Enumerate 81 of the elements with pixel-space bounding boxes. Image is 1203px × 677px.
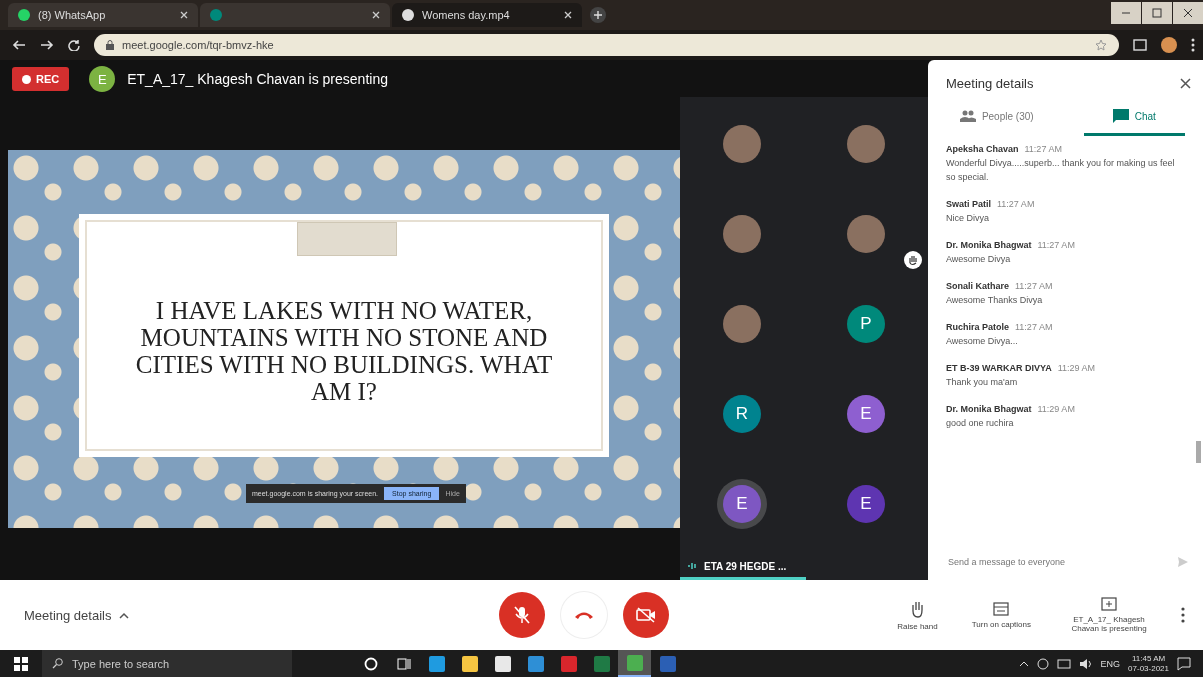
search-icon [52,658,63,669]
back-icon[interactable] [12,39,26,51]
site-icon [18,9,30,21]
captions-button[interactable]: Turn on captions [965,600,1037,630]
network-icon[interactable] [1056,657,1071,670]
address-bar[interactable]: meet.google.com/tqr-bmvz-hke [94,34,1119,56]
message-sender: Dr. Monika Bhagwat [946,240,1032,250]
forward-icon[interactable] [40,39,54,51]
scrollbar-thumb[interactable] [1196,441,1201,463]
microphone-icon [514,606,531,624]
message-time: 11:27 AM [1015,322,1053,332]
hand-icon [909,599,926,618]
captions-icon [993,601,1010,616]
clock-time[interactable]: 11:45 AM [1131,653,1166,664]
site-icon [210,9,222,21]
message-text: Awesome Divya [946,253,1012,266]
message-sender: Swati Patil [946,199,991,209]
message-sender: ET B-39 WARKAR DIVYA [946,363,1052,373]
recording-badge: REC [12,67,70,91]
browser-tab[interactable]: (8) WhatsApp [8,3,198,27]
microphone-button[interactable] [499,592,546,638]
browser-tab[interactable]: Womens day.mp4 [392,3,582,27]
camera-icon [636,607,657,623]
panel-tab[interactable]: People (30) [946,99,1048,136]
speaker-name: ETA 29 HEGDE ... [704,560,787,572]
participant-avatar: E [847,395,885,433]
star-icon[interactable] [1095,39,1107,51]
camera-button[interactable] [623,592,670,638]
present-screen-icon [1101,597,1117,611]
message-time: 11:27 AM [1037,240,1075,250]
message-text: good one ruchira [946,417,1015,430]
message-text: Nice Divya [946,212,990,225]
slide-text: I HAVE LAKES WITH NO WATER, MOUNTAINS WITH NO STONE AND CITIES WITH NO BUILDINGS. WHAT AM I? [134,296,554,405]
message-time: 11:27 AM [1015,281,1053,291]
presenter-label: ET_A_17_ Khagesh Chavan is presenting [127,71,388,87]
phone-icon [574,610,595,620]
new-tab-icon[interactable] [590,7,606,23]
meeting-details-button[interactable]: Meeting details [24,607,130,623]
reload-icon[interactable] [68,39,80,51]
audio-level-icon [688,562,698,570]
present-button[interactable]: ET_A_17_ Khagesh Chavan is presenting [1059,596,1159,634]
minimize-icon[interactable] [1111,2,1141,24]
message-time: 11:27 AM [1024,144,1062,154]
close-icon[interactable] [1173,2,1203,24]
lock-icon [106,40,114,50]
cast-icon[interactable] [1133,39,1147,51]
windows-start-icon[interactable] [14,656,28,671]
message-text: Awesome Thanks Divya [946,294,1044,307]
site-icon [402,9,414,21]
message-text: Wonderful Divya.....superb... thank you for making us feel so special. [946,157,1176,184]
more-options-icon[interactable] [1181,607,1185,623]
caret-icon [119,611,130,619]
menu-icon[interactable] [1191,38,1195,52]
people-icon [959,110,976,122]
participant-avatar: E [723,485,761,523]
participant-avatar: P [847,305,885,343]
notification-icon[interactable] [1177,656,1191,671]
close-icon[interactable] [1180,78,1191,89]
caret-icon[interactable] [1018,660,1029,667]
participant-avatar: E [847,485,885,523]
message-time: 11:27 AM [997,199,1035,209]
message-sender: Apeksha Chavan [946,144,1019,154]
panel-title: Meeting details [946,76,1034,91]
chat-icon [1112,109,1129,123]
message-time: 11:29 AM [1037,404,1075,414]
language-indicator[interactable]: ENG [1100,658,1121,669]
hand-button[interactable]: Raise hand [891,598,944,632]
participant-avatar: R [723,395,761,433]
message-text: Awesome Divya... [946,335,1019,348]
volume-icon[interactable] [1078,657,1093,670]
message-sender: Dr. Monika Bhagwat [946,404,1032,414]
message-text: Thank you ma'am [946,376,1019,389]
panel-tab[interactable]: Chat [1083,99,1185,136]
message-time: 11:29 AM [1057,363,1096,373]
taskbar-search-field[interactable]: Type here to search [42,650,292,677]
presenter-avatar: E [89,66,116,92]
clock-date[interactable]: 07-03-2021 [1128,663,1169,674]
message-sender: Ruchira Patole [946,322,1010,332]
hang-up-button[interactable] [561,592,608,638]
profile-icon[interactable] [1161,37,1177,53]
message-sender: Sonali Kathare [946,281,1010,291]
